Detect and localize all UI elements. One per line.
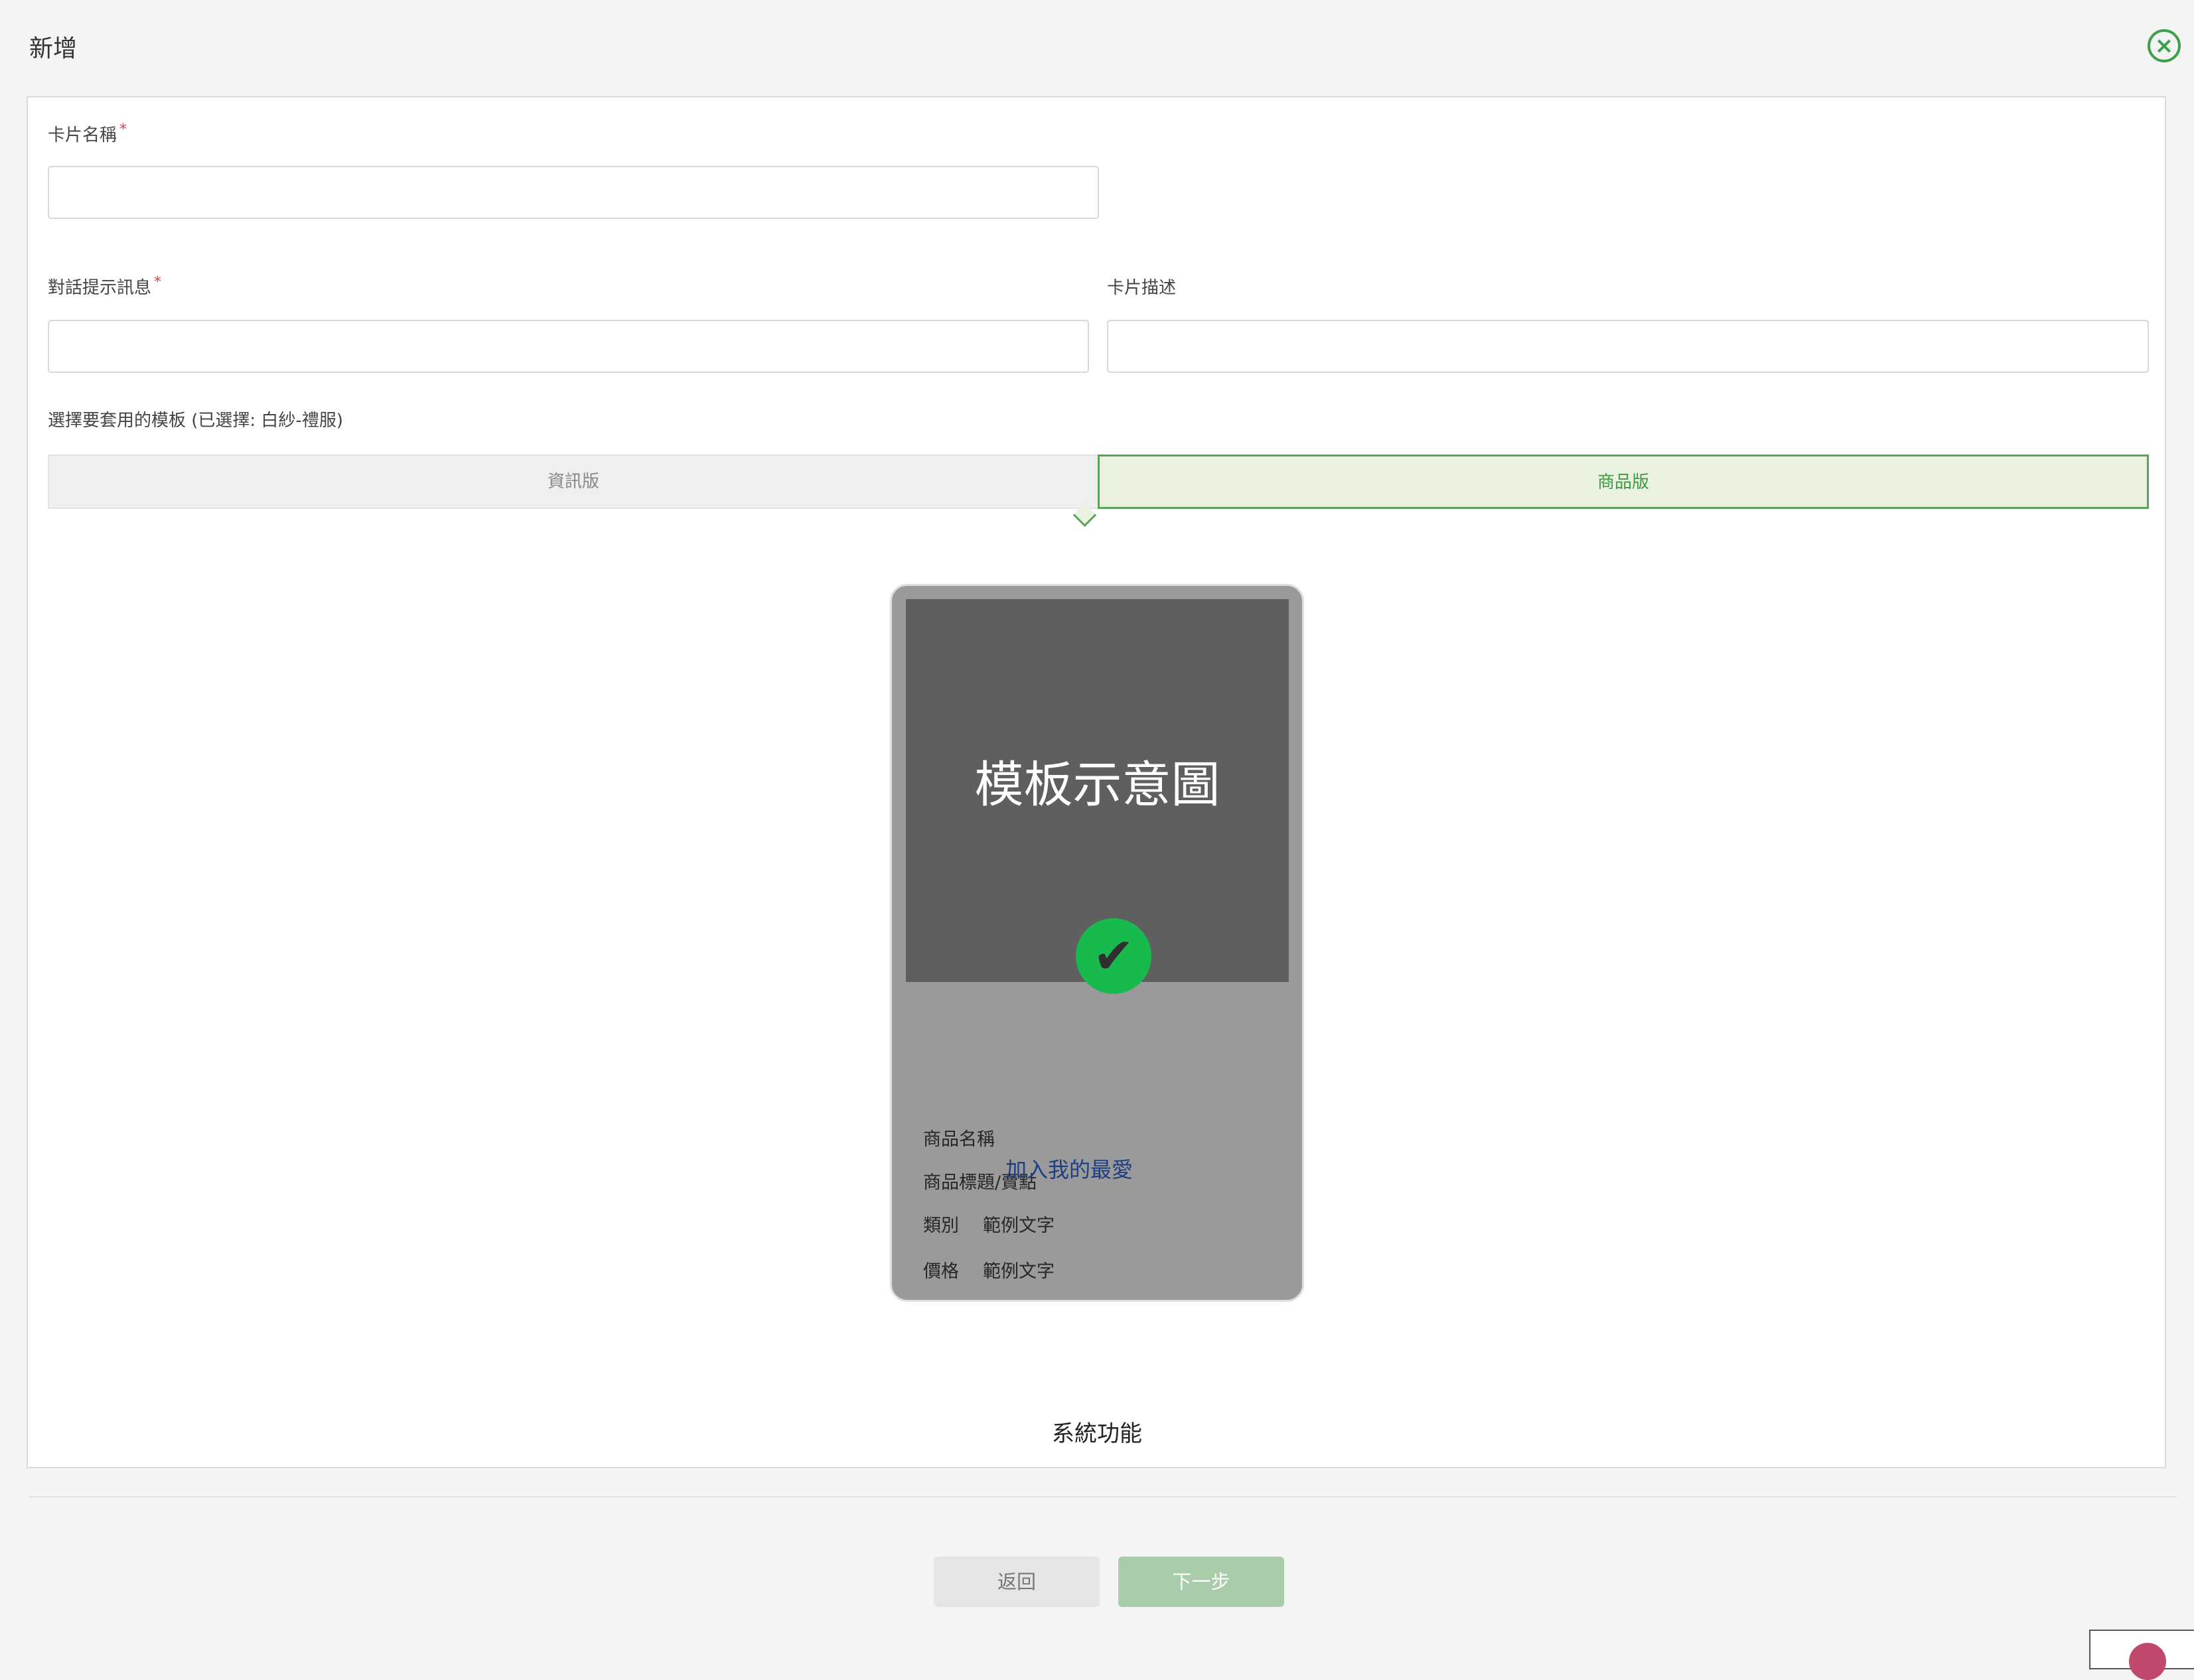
- template-caption: 系統功能: [1052, 1421, 1142, 1447]
- back-button[interactable]: 返回: [934, 1557, 1100, 1607]
- chat-prompt-input[interactable]: [48, 320, 1089, 373]
- price-value: 範例文字: [983, 1261, 1055, 1282]
- template-card[interactable]: 模板示意圖 ✔ 商品名稱 商品標題/賣點 類別 範例文字 價格 範例文字: [890, 584, 1304, 1302]
- close-icon[interactable]: ×: [2148, 29, 2181, 62]
- price-label: 價格: [923, 1261, 959, 1282]
- category-row: 類別 範例文字: [923, 1211, 1055, 1237]
- card-description-label: 卡片描述: [1107, 278, 1177, 298]
- avatar: [2129, 1643, 2166, 1680]
- form-panel: 卡片名稱 * 對話提示訊息 * 卡片描述 選擇要套用的模板 (已選擇: 白紗-禮服)…: [27, 96, 2166, 1468]
- category-label: 類別: [923, 1216, 959, 1236]
- chat-prompt-label: 對話提示訊息 *: [48, 274, 162, 298]
- card-name-input[interactable]: [48, 166, 1099, 219]
- tab-product-template[interactable]: 商品版: [1098, 455, 2149, 509]
- template-preview-image: 模板示意圖 ✔: [906, 599, 1289, 994]
- add-favorite-link[interactable]: 加入我的最愛: [862, 1153, 1276, 1184]
- check-icon: ✔: [1076, 918, 1151, 994]
- card-name-label: 卡片名稱 *: [48, 121, 127, 145]
- card-description-input[interactable]: [1107, 320, 2149, 373]
- category-value: 範例文字: [983, 1216, 1055, 1236]
- product-name-text: 商品名稱: [923, 1129, 995, 1150]
- template-preview-text: 模板示意圖: [974, 756, 1220, 813]
- corner-widget[interactable]: [2089, 1630, 2194, 1680]
- template-select-label: 選擇要套用的模板 (已選擇: 白紗-禮服): [48, 411, 343, 431]
- tab-info-template[interactable]: 資訊版: [48, 455, 1099, 509]
- next-button[interactable]: 下一步: [1118, 1557, 1284, 1607]
- footer-divider: [29, 1496, 2177, 1498]
- price-row: 價格 範例文字: [923, 1257, 1055, 1283]
- page-title: 新增: [29, 35, 78, 62]
